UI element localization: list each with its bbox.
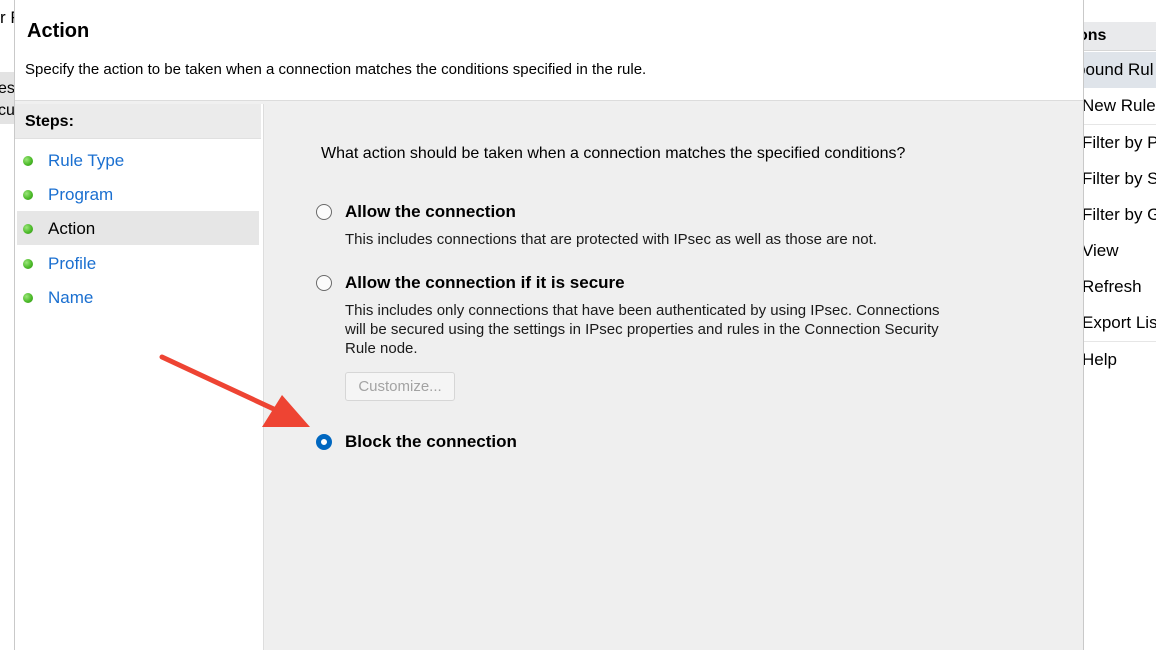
option-description-line: Rule node. [345, 340, 418, 357]
red-arrow-icon [159, 354, 310, 427]
action-view[interactable]: View [1082, 233, 1156, 269]
option-description: This includes connections that are prote… [345, 231, 877, 248]
green-dot-icon [23, 259, 33, 269]
background-row-fragment: cu [0, 102, 15, 119]
action-help[interactable]: Help [1082, 342, 1156, 378]
actions-pane-section[interactable]: bound Rul [1082, 52, 1156, 88]
step-label: Name [48, 288, 94, 307]
page-description: Specify the action to be taken when a co… [25, 61, 647, 78]
actions-pane-header: ons [1082, 22, 1156, 51]
allow-if-secure-radio[interactable] [316, 275, 332, 291]
green-dot-icon [23, 190, 33, 200]
action-new-rule[interactable]: New Rule [1082, 88, 1156, 124]
action-export-list[interactable]: Export Lis [1082, 305, 1156, 341]
step-rule-type[interactable]: Rule Type [17, 143, 259, 177]
option-description-line: will be secured using the settings in IP… [345, 321, 939, 338]
arrow-head [262, 395, 310, 427]
action-question: What action should be taken when a conne… [321, 145, 906, 162]
step-label: Action [48, 219, 96, 238]
action-filter-by-group[interactable]: Filter by G [1082, 197, 1156, 233]
background-window: r F es cu [0, 0, 15, 650]
green-dot-icon [23, 293, 33, 303]
background-row-fragment: es [0, 80, 15, 97]
customize-button[interactable]: Customize... [345, 372, 455, 401]
option-label[interactable]: Allow the connection if it is secure [345, 273, 625, 293]
step-label: Profile [48, 254, 97, 273]
action-filter-by-profile[interactable]: Filter by P [1082, 125, 1156, 161]
arrow-shaft [159, 354, 281, 414]
green-dot-icon [23, 156, 33, 166]
page-title: Action [27, 20, 90, 42]
option-label[interactable]: Allow the connection [345, 202, 516, 222]
option-description-line: This includes only connections that have… [345, 302, 940, 319]
step-program[interactable]: Program [17, 177, 259, 211]
step-profile[interactable]: Profile [17, 246, 259, 280]
allow-radio[interactable] [316, 204, 332, 220]
step-action[interactable]: Action [17, 211, 259, 245]
step-label: Program [48, 185, 114, 204]
step-label: Rule Type [48, 151, 125, 170]
steps-heading: Steps: [15, 104, 261, 139]
content-pane: What action should be taken when a conne… [265, 104, 1083, 650]
step-name[interactable]: Name [17, 280, 259, 314]
action-refresh[interactable]: Refresh [1082, 269, 1156, 305]
new-rule-wizard-dialog: Action Specify the action to be taken wh… [14, 0, 1084, 650]
actions-pane: ons bound Rul New Rule Filter by P Filte… [1082, 0, 1156, 650]
actions-list: New Rule Filter by P Filter by S Filter … [1082, 88, 1156, 378]
background-title-fragment: r F [0, 8, 14, 27]
block-radio[interactable] [316, 434, 332, 450]
dialog-header: Action Specify the action to be taken wh… [15, 0, 1083, 101]
option-label[interactable]: Block the connection [345, 432, 517, 452]
action-filter-by-state[interactable]: Filter by S [1082, 161, 1156, 197]
green-dot-icon [23, 224, 33, 234]
